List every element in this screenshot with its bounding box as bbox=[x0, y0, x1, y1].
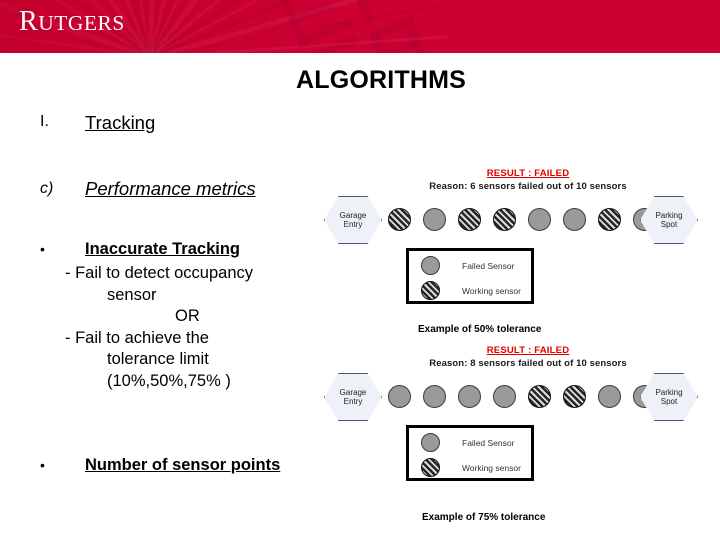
result-status-bottom: RESULT : FAILED bbox=[486, 345, 570, 356]
outline-marker: c) bbox=[40, 180, 54, 197]
failed-sensor-node bbox=[493, 385, 516, 408]
legend-label-working: Working sensor bbox=[462, 285, 521, 296]
garage-entry-label-line1: Garage bbox=[339, 210, 367, 220]
failed-sensor-node bbox=[423, 385, 446, 408]
inaccurate-tracking-details: - Fail to detect occupancy sensor OR - F… bbox=[65, 265, 355, 394]
parking-spot-label-line1: Parking bbox=[655, 387, 683, 397]
parking-spot-node: Parking Spot bbox=[640, 196, 698, 244]
detail-line: tolerance limit bbox=[107, 350, 209, 368]
result-status-top: RESULT : FAILED bbox=[486, 168, 570, 179]
legend-row-working: Working sensor bbox=[409, 455, 531, 480]
legend-row-failed: Failed Sensor bbox=[409, 253, 531, 278]
working-sensor-node bbox=[458, 208, 481, 231]
caption-50-percent-tolerance: Example of 50% tolerance bbox=[418, 324, 542, 335]
diagram-50-percent-tolerance: RESULT : FAILED Reason: 6 sensors failed… bbox=[322, 168, 720, 318]
sensor-legend-top: Failed Sensor Working sensor bbox=[406, 248, 534, 304]
result-reason-bottom: Reason: 8 sensors failed out of 10 senso… bbox=[429, 358, 627, 369]
parking-spot-label-line2: Spot bbox=[660, 397, 678, 406]
failed-sensor-icon bbox=[421, 256, 440, 275]
garage-entry-label-line2: Entry bbox=[343, 220, 363, 229]
legend-label-failed: Failed Sensor bbox=[462, 437, 515, 448]
parking-spot-label-line2: Spot bbox=[660, 220, 678, 229]
outline-label: Performance metrics bbox=[85, 178, 256, 199]
working-sensor-icon bbox=[421, 458, 440, 477]
detail-line-or: OR bbox=[175, 307, 200, 325]
failed-sensor-node bbox=[598, 385, 621, 408]
legend-label-working: Working sensor bbox=[462, 462, 521, 473]
parking-spot-node: Parking Spot bbox=[640, 373, 698, 421]
working-sensor-node bbox=[563, 385, 586, 408]
failed-sensor-icon bbox=[421, 433, 440, 452]
rutgers-banner: RUTGERS bbox=[0, 0, 720, 53]
failed-sensor-node bbox=[528, 208, 551, 231]
sensor-legend-bottom: Failed Sensor Working sensor bbox=[406, 425, 534, 481]
working-sensor-node bbox=[528, 385, 551, 408]
result-reason-top: Reason: 6 sensors failed out of 10 senso… bbox=[429, 181, 627, 192]
failed-sensor-node bbox=[388, 385, 411, 408]
garage-entry-label-line2: Entry bbox=[343, 397, 363, 406]
page-title: ALGORITHMS bbox=[295, 66, 467, 94]
garage-entry-label-line1: Garage bbox=[339, 387, 367, 397]
working-sensor-node bbox=[598, 208, 621, 231]
outline-label: Number of sensor points bbox=[85, 456, 281, 474]
working-sensor-icon bbox=[421, 281, 440, 300]
working-sensor-node bbox=[493, 208, 516, 231]
garage-entry-node: Garage Entry bbox=[324, 373, 382, 421]
detail-line: sensor bbox=[107, 285, 157, 304]
detail-line: - Fail to achieve the bbox=[65, 328, 209, 347]
diagram-75-percent-tolerance: RESULT : FAILED Reason: 8 sensors failed… bbox=[322, 345, 720, 535]
failed-sensor-node bbox=[563, 208, 586, 231]
detail-line: (10%,50%,75% ) bbox=[107, 371, 231, 390]
bullet-marker: • bbox=[40, 241, 45, 257]
bullet-marker: • bbox=[40, 457, 45, 473]
caption-75-percent-tolerance: Example of 75% tolerance bbox=[422, 512, 546, 523]
legend-row-failed: Failed Sensor bbox=[409, 430, 531, 455]
parking-spot-label-line1: Parking bbox=[655, 210, 683, 220]
outline-marker: I. bbox=[40, 113, 49, 130]
garage-entry-node: Garage Entry bbox=[324, 196, 382, 244]
legend-row-working: Working sensor bbox=[409, 278, 531, 303]
working-sensor-node bbox=[388, 208, 411, 231]
failed-sensor-node bbox=[423, 208, 446, 231]
failed-sensor-node bbox=[458, 385, 481, 408]
outline-label: Inaccurate Tracking bbox=[85, 240, 240, 258]
detail-line: - Fail to detect occupancy bbox=[65, 264, 254, 282]
legend-label-failed: Failed Sensor bbox=[462, 260, 515, 271]
outline-label: Tracking bbox=[85, 112, 156, 133]
rutgers-logo: RUTGERS bbox=[19, 6, 125, 37]
